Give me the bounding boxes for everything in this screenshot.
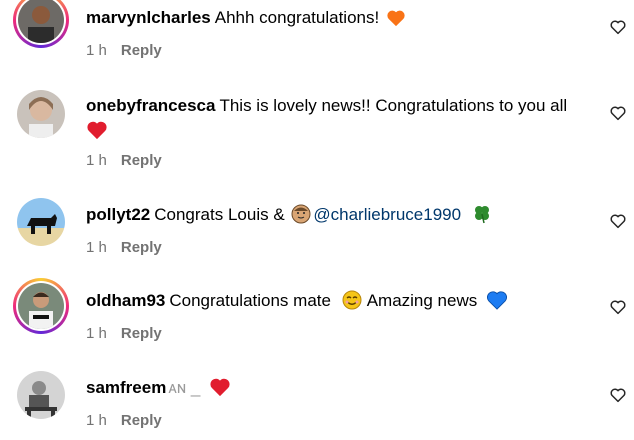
smile-icon xyxy=(342,290,362,310)
avatar[interactable] xyxy=(13,0,69,48)
comment-text: Congratulations mate xyxy=(169,291,331,310)
baby-icon xyxy=(291,204,311,224)
like-heart-icon[interactable] xyxy=(609,104,627,122)
avatar-photo xyxy=(18,283,64,329)
username[interactable]: pollyt22 xyxy=(86,205,150,224)
avatar-photo xyxy=(17,90,65,138)
heart-icon xyxy=(387,10,405,27)
like-heart-icon[interactable] xyxy=(609,386,627,404)
like-heart-icon[interactable] xyxy=(609,298,627,316)
heart-icon xyxy=(486,291,507,310)
comment-meta: 1 h Reply xyxy=(86,42,162,59)
heart-icon xyxy=(87,121,107,140)
username[interactable]: samfreem xyxy=(86,378,166,397)
comment-text-line: samfreem ᴀɴ _ xyxy=(86,373,594,403)
username[interactable]: marvynlcharles xyxy=(86,8,211,27)
like-heart-icon[interactable] xyxy=(609,18,627,36)
comment-meta: 1 h Reply xyxy=(86,325,162,342)
reply-button[interactable]: Reply xyxy=(121,152,162,169)
comment-text: Congrats Louis & xyxy=(154,205,285,224)
comment-text: Ahhh congratulations! xyxy=(214,8,380,27)
comment-meta: 1 h Reply xyxy=(86,412,162,429)
comment-meta: 1 h Reply xyxy=(86,152,162,169)
avatar[interactable] xyxy=(13,367,69,423)
reply-button[interactable]: Reply xyxy=(121,412,162,429)
mention-link[interactable]: @charliebruce1990 xyxy=(313,205,461,224)
clover-icon xyxy=(474,206,489,224)
comment-text: ᴀɴ _ xyxy=(168,378,201,397)
comment-text: This is lovely news!! Congratulations to… xyxy=(219,96,568,115)
timestamp: 1 h xyxy=(86,239,107,256)
heart-icon xyxy=(210,378,230,397)
avatar-photo xyxy=(17,371,65,419)
comment-text-line: oldham93 Congratulations mate Amazing new… xyxy=(86,286,594,316)
reply-button[interactable]: Reply xyxy=(121,42,162,59)
username[interactable]: onebyfrancesca xyxy=(86,96,215,115)
avatar[interactable] xyxy=(13,86,69,142)
username[interactable]: oldham93 xyxy=(86,291,165,310)
reply-button[interactable]: Reply xyxy=(121,239,162,256)
comment-meta: 1 h Reply xyxy=(86,239,162,256)
comment-text-line: marvynlcharles Ahhh congratulations! xyxy=(86,3,594,33)
avatar[interactable] xyxy=(13,278,69,334)
reply-button[interactable]: Reply xyxy=(121,325,162,342)
avatar[interactable] xyxy=(13,194,69,250)
avatar-photo xyxy=(18,0,64,43)
comment-text-line-2 xyxy=(86,116,594,146)
comment-text: Amazing news xyxy=(366,291,478,310)
timestamp: 1 h xyxy=(86,325,107,342)
comment-text-line: pollyt22 Congrats Louis & @charliebruce19… xyxy=(86,200,594,230)
timestamp: 1 h xyxy=(86,42,107,59)
like-heart-icon[interactable] xyxy=(609,212,627,230)
avatar-photo xyxy=(17,198,65,246)
timestamp: 1 h xyxy=(86,412,107,429)
timestamp: 1 h xyxy=(86,152,107,169)
